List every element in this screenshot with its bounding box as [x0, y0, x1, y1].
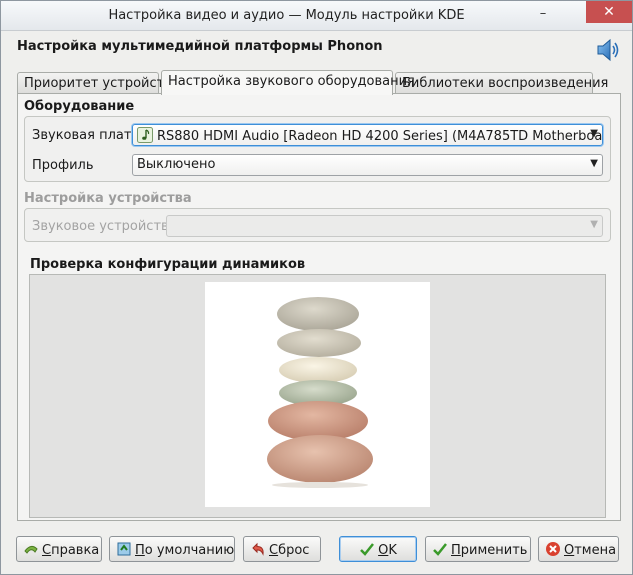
- chevron-down-icon: ▼: [590, 128, 598, 139]
- title-bar[interactable]: Настройка видео и аудио — Модуль настрой…: [1, 1, 632, 31]
- device-group-title: Настройка устройства: [24, 191, 192, 206]
- speaker-test-title: Проверка конфигурации динамиков: [30, 257, 306, 272]
- tab-audio-hardware[interactable]: Настройка звукового оборудования: [161, 70, 415, 95]
- cancel-icon: [545, 541, 561, 557]
- undo-icon: [250, 541, 266, 557]
- kde-settings-window: Настройка видео и аудио — Модуль настрой…: [0, 0, 633, 575]
- soundcard-value: RS880 HDMI Audio [Radeon HD 4200 Series]…: [157, 129, 603, 144]
- chevron-down-icon: ▼: [590, 158, 598, 169]
- sound-device-select[interactable]: ▼: [166, 215, 603, 237]
- checkmark-icon: [432, 541, 448, 557]
- profile-value: Выключено: [137, 157, 216, 172]
- window-title: Настройка видео и аудио — Модуль настрой…: [108, 8, 465, 23]
- help-icon: [23, 541, 39, 557]
- cancel-button[interactable]: Отмена: [538, 536, 619, 562]
- profile-select[interactable]: Выключено ▼: [132, 154, 603, 176]
- page-title: Настройка мультимедийной платформы Phono…: [17, 39, 383, 54]
- soundcard-select[interactable]: RS880 HDMI Audio [Radeon HD 4200 Series]…: [132, 124, 603, 146]
- checkmark-icon: [359, 541, 375, 557]
- profile-label: Профиль: [32, 158, 94, 173]
- hardware-group-title: Оборудование: [24, 99, 135, 114]
- stacked-stones-image: [205, 282, 430, 507]
- tab-backends[interactable]: Библиотеки воспроизведения: [395, 72, 608, 94]
- chevron-down-icon: ▼: [590, 219, 598, 230]
- soundcard-label: Звуковая плата: [32, 128, 140, 143]
- music-note-icon: [137, 127, 153, 143]
- defaults-icon: [116, 541, 132, 557]
- speaker-icon: [595, 37, 621, 63]
- apply-button[interactable]: Применить: [425, 536, 531, 562]
- minimize-button[interactable]: –: [533, 7, 553, 23]
- help-button[interactable]: Справка: [16, 536, 102, 562]
- tab-device-priority[interactable]: Приоритет устройств: [17, 72, 172, 94]
- ok-button[interactable]: OK: [339, 536, 417, 562]
- defaults-button[interactable]: По умолчанию: [109, 536, 235, 562]
- sound-device-label: Звуковое устройство: [32, 219, 177, 234]
- reset-button[interactable]: Сброс: [243, 536, 321, 562]
- close-button[interactable]: ✕: [586, 1, 632, 23]
